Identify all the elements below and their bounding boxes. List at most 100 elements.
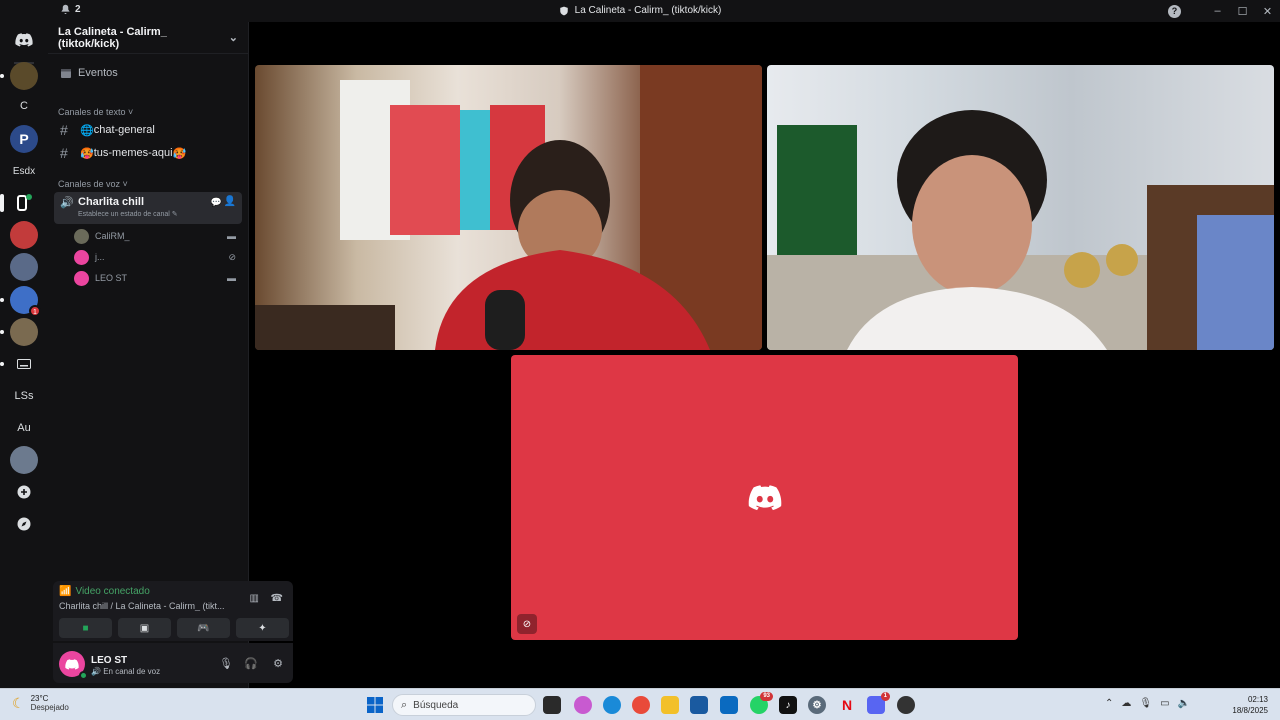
discord-avatar-logo bbox=[748, 485, 782, 516]
display-icon[interactable]: ▭ bbox=[1160, 698, 1169, 709]
server-icon-au[interactable]: Au bbox=[10, 414, 38, 442]
discord-logo-icon bbox=[65, 658, 79, 670]
server-shield-icon bbox=[559, 6, 568, 15]
discord-logo-icon bbox=[748, 485, 782, 511]
events-item[interactable]: Eventos bbox=[54, 62, 242, 84]
gear-icon[interactable]: ⚙ bbox=[273, 657, 283, 670]
window-title: La Calineta - Calirm_ (tiktok/kick) bbox=[0, 5, 1280, 16]
discord-taskbar-icon[interactable]: 1 bbox=[867, 692, 890, 714]
server-icon-red[interactable] bbox=[10, 221, 38, 249]
keyboard-icon bbox=[17, 359, 31, 369]
camera-button[interactable]: ■ bbox=[59, 618, 112, 638]
voice-user-name: CaliRM_ bbox=[95, 231, 130, 241]
minimize-button[interactable]: – bbox=[1205, 0, 1230, 22]
tiktok-icon[interactable]: ♪ bbox=[779, 696, 797, 714]
connection-status[interactable]: 📶 Video conectado bbox=[59, 586, 150, 597]
text-category[interactable]: Canales de texto ˅ bbox=[58, 107, 133, 117]
activity-button[interactable]: 🎮 bbox=[177, 618, 230, 638]
server-icon-last[interactable] bbox=[10, 446, 38, 474]
chrome-icon[interactable] bbox=[632, 696, 650, 714]
server-icon-p[interactable]: P bbox=[10, 125, 38, 153]
guild-header[interactable]: La Calineta - Calirm_ (tiktok/kick) ⌄ bbox=[48, 22, 248, 54]
server-icon-photo[interactable] bbox=[0, 318, 38, 346]
server-icon-blue[interactable] bbox=[10, 253, 38, 281]
server-rail: C P Esdx 1 LSs Au bbox=[0, 22, 48, 688]
voice-connection-panel: 📶 Video conectado Charlita chill / La Ca… bbox=[53, 581, 293, 641]
screen-share-button[interactable]: ▣ bbox=[118, 618, 171, 638]
hash-icon: # bbox=[60, 145, 68, 161]
video-tile-leo-avatar[interactable]: ⊘ bbox=[511, 355, 1018, 640]
voice-channel-charlita[interactable]: 🔊 Charlita chill Establece un estado de … bbox=[54, 192, 242, 224]
server-icon-keyboard[interactable] bbox=[0, 350, 38, 378]
camera-icon: ■ bbox=[82, 622, 89, 634]
weather-widget[interactable]: ☾ 23°C Despejado bbox=[12, 694, 69, 712]
volume-icon[interactable]: 🔈 bbox=[1178, 698, 1190, 709]
channel-name: chat-general bbox=[93, 124, 155, 136]
voice-user-leo[interactable]: LEO ST ▬ bbox=[74, 268, 242, 288]
plus-icon bbox=[17, 485, 31, 499]
store-icon[interactable] bbox=[690, 696, 708, 714]
voice-user-calirm[interactable]: CaliRM_ ▬ bbox=[74, 226, 242, 246]
video-tile-user2[interactable] bbox=[767, 65, 1274, 350]
maximize-button[interactable]: ☐ bbox=[1230, 0, 1255, 22]
noise-suppression-icon[interactable]: ▥ bbox=[250, 593, 259, 604]
server-icon-badge[interactable]: 1 bbox=[0, 286, 41, 317]
discover-button[interactable] bbox=[10, 510, 38, 538]
home-button[interactable] bbox=[10, 26, 38, 54]
weather-temp: 23°C bbox=[30, 694, 49, 703]
server-icon-1[interactable] bbox=[0, 62, 38, 90]
system-tray: ⌃ ☁ 🎙 ▭ 🔈 bbox=[1105, 698, 1190, 709]
copilot-icon[interactable] bbox=[574, 696, 592, 714]
add-server-button[interactable] bbox=[10, 478, 38, 506]
file-explorer-icon[interactable] bbox=[661, 696, 679, 714]
disconnect-icon[interactable]: ☎ bbox=[271, 593, 283, 604]
server-icon-lss[interactable]: LSs bbox=[10, 382, 38, 410]
soundboard-button[interactable]: ✦ bbox=[236, 618, 289, 638]
settings-gear-icon[interactable]: ⚙ bbox=[808, 696, 826, 714]
chevron-up-icon[interactable]: ⌃ bbox=[1105, 698, 1113, 709]
close-button[interactable]: ✕ bbox=[1255, 0, 1280, 22]
windows-logo-icon bbox=[367, 697, 383, 713]
video-tile-calirm[interactable] bbox=[255, 65, 762, 350]
task-view-icon[interactable] bbox=[543, 696, 561, 714]
voice-category[interactable]: Canales de voz ˅ bbox=[58, 179, 128, 189]
channel-emoji-trailing: 🥵 bbox=[172, 147, 187, 160]
voice-channel-name: Charlita chill bbox=[78, 196, 145, 208]
moon-icon: ☾ bbox=[12, 694, 25, 711]
netflix-icon[interactable]: N bbox=[838, 696, 856, 714]
video-stream bbox=[767, 110, 1274, 350]
discord-logo-icon bbox=[15, 33, 33, 47]
server-icon-active[interactable] bbox=[0, 189, 38, 217]
start-button[interactable] bbox=[366, 696, 384, 714]
edge-icon[interactable] bbox=[603, 696, 621, 714]
outlook-icon[interactable] bbox=[720, 696, 738, 714]
add-user-icon[interactable]: 👤 bbox=[224, 196, 236, 207]
p-logo-icon: P bbox=[19, 131, 29, 147]
guild-name: La Calineta - Calirm_ (tiktok/kick) bbox=[58, 25, 167, 50]
channel-chat-general[interactable]: # 🌐 chat-general bbox=[54, 119, 242, 141]
help-icon[interactable]: ? bbox=[1168, 4, 1181, 18]
server-icon-esdx[interactable]: Esdx bbox=[10, 157, 38, 185]
headphones-icon[interactable]: 🎧 bbox=[244, 657, 258, 670]
clock-time: 02:13 bbox=[1247, 695, 1268, 704]
chevron-down-icon: ⌄ bbox=[228, 32, 238, 44]
voice-user-j[interactable]: j... ⊘ bbox=[74, 247, 242, 267]
mic-icon[interactable]: 🎙 bbox=[219, 657, 233, 670]
discord-app: 2 La Calineta - Calirm_ (tiktok/kick) ? … bbox=[0, 0, 1280, 720]
mic-tray-icon[interactable]: 🎙 bbox=[1139, 698, 1152, 709]
chat-bubble-icon[interactable]: 💬 bbox=[211, 197, 222, 208]
app-icon-extra[interactable] bbox=[897, 696, 915, 714]
taskbar-search[interactable]: ⌕ Búsqueda bbox=[392, 694, 536, 716]
online-status-dot bbox=[79, 671, 88, 680]
channel-tus-memes-aqui[interactable]: # 🥵 tus-memes-aqui 🥵 bbox=[54, 142, 242, 164]
user-name[interactable]: LEO ST bbox=[91, 655, 127, 666]
hash-icon: # bbox=[60, 122, 68, 138]
connection-location[interactable]: Charlita chill / La Calineta - Calirm_ (… bbox=[59, 601, 234, 611]
phone-signal-icon bbox=[17, 194, 32, 211]
clock[interactable]: 02:13 18/8/2025 bbox=[1232, 694, 1268, 716]
server-icon-c[interactable]: C bbox=[10, 92, 38, 120]
channel-status-hint[interactable]: Establece un estado de canal ✎ bbox=[78, 210, 178, 218]
whatsapp-icon[interactable]: 93 bbox=[750, 692, 773, 714]
speaker-icon: 🔊 bbox=[60, 197, 74, 209]
cloud-icon[interactable]: ☁ bbox=[1121, 698, 1131, 709]
